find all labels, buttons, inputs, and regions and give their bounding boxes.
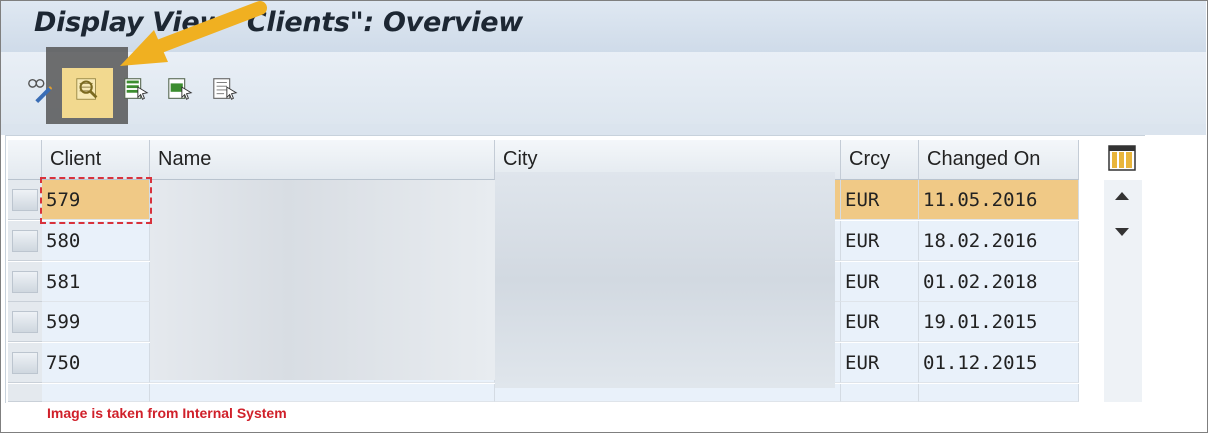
glasses-pencil-icon <box>28 78 53 103</box>
cell-empty[interactable] <box>841 384 919 402</box>
cell-crcy[interactable]: EUR <box>841 180 919 220</box>
annotation-arrow-icon <box>120 1 267 66</box>
cell-crcy[interactable]: EUR <box>841 302 919 342</box>
row-selector[interactable] <box>8 180 42 220</box>
display-change-button[interactable] <box>26 74 54 104</box>
triangle-up-icon <box>1115 192 1129 200</box>
cell-client[interactable]: 750 <box>42 343 150 383</box>
row-selector[interactable] <box>8 221 42 261</box>
cell-empty[interactable] <box>919 384 1079 402</box>
row-selector[interactable] <box>8 343 42 383</box>
cell-empty[interactable] <box>42 384 150 402</box>
column-settings-button[interactable] <box>1106 142 1138 176</box>
cell-changed-on[interactable]: 11.05.2016 <box>919 180 1079 220</box>
redacted-name-area <box>150 180 495 380</box>
footer-note: Image is taken from Internal System <box>47 405 287 421</box>
scroll-up-button[interactable] <box>1113 188 1131 207</box>
row-selector[interactable] <box>8 302 42 342</box>
triangle-down-icon <box>1115 228 1129 236</box>
cell-client[interactable]: 580 <box>42 221 150 261</box>
row-selector[interactable] <box>8 262 42 302</box>
cell-client[interactable]: 581 <box>42 262 150 302</box>
cell-crcy[interactable]: EUR <box>841 343 919 383</box>
col-header-name[interactable]: Name <box>150 140 495 180</box>
details-icon <box>76 78 98 100</box>
vertical-scrollbar[interactable] <box>1104 180 1142 402</box>
page-title: Display View "Clients": Overview <box>34 7 523 38</box>
scroll-down-button[interactable] <box>1113 224 1131 243</box>
row-selector[interactable] <box>8 384 42 402</box>
cell-empty[interactable] <box>150 384 495 402</box>
col-header-crcy[interactable]: Crcy <box>841 140 919 180</box>
cell-client[interactable]: 599 <box>42 302 150 342</box>
cell-changed-on[interactable]: 01.12.2015 <box>919 343 1079 383</box>
cell-crcy[interactable]: EUR <box>841 262 919 302</box>
cell-crcy[interactable]: EUR <box>841 221 919 261</box>
cell-changed-on[interactable]: 01.02.2018 <box>919 262 1079 302</box>
details-button[interactable] <box>74 74 102 104</box>
col-header-changed-on[interactable]: Changed On <box>919 140 1079 180</box>
col-header-client[interactable]: Client <box>42 140 150 180</box>
focused-cell-outline <box>40 177 152 224</box>
cell-changed-on[interactable]: 19.01.2015 <box>919 302 1079 342</box>
select-all-rows-corner[interactable] <box>8 140 42 180</box>
redacted-city-area <box>495 172 835 388</box>
grid-header-band <box>1 124 1206 135</box>
table-settings-icon <box>1108 145 1136 171</box>
cell-changed-on[interactable]: 18.02.2016 <box>919 221 1079 261</box>
